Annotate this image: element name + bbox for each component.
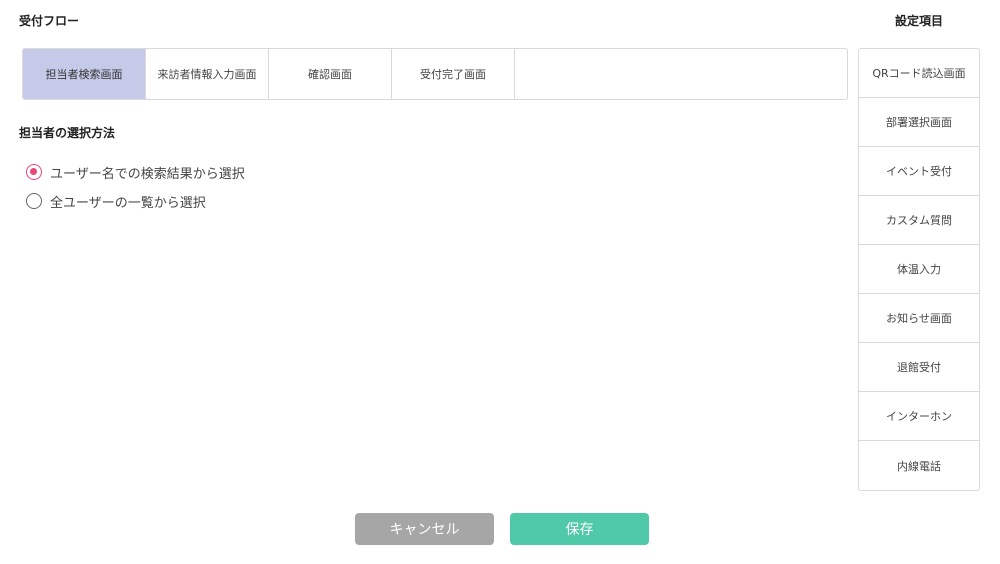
flow-tabs: 担当者検索画面 来訪者情報入力画面 確認画面 受付完了画面 (22, 48, 848, 100)
cancel-button[interactable]: キャンセル (355, 513, 494, 545)
radio-option-list[interactable]: 全ユーザーの一覧から選択 (26, 191, 245, 211)
tab-staff-search[interactable]: 担当者検索画面 (23, 49, 146, 99)
radio-option-search[interactable]: ユーザー名での検索結果から選択 (26, 162, 245, 182)
setting-item-department[interactable]: 部署選択画面 (859, 98, 979, 147)
setting-item-event[interactable]: イベント受付 (859, 147, 979, 196)
selection-method-radio-group: ユーザー名での検索結果から選択 全ユーザーの一覧から選択 (26, 162, 245, 220)
radio-option-label: 全ユーザーの一覧から選択 (50, 195, 206, 211)
setting-item-custom-question[interactable]: カスタム質問 (859, 196, 979, 245)
radio-unchecked-icon[interactable] (26, 193, 42, 209)
setting-item-checkout[interactable]: 退館受付 (859, 343, 979, 392)
tab-complete[interactable]: 受付完了画面 (392, 49, 515, 99)
setting-item-intercom[interactable]: インターホン (859, 392, 979, 441)
settings-list: QRコード読込画面 部署選択画面 イベント受付 カスタム質問 体温入力 お知らせ… (858, 48, 980, 491)
flow-title: 受付フロー (19, 14, 80, 28)
save-button[interactable]: 保存 (510, 513, 649, 545)
setting-item-qr-code[interactable]: QRコード読込画面 (859, 49, 979, 98)
tab-confirm[interactable]: 確認画面 (269, 49, 392, 99)
radio-option-label: ユーザー名での検索結果から選択 (50, 166, 245, 182)
setting-item-notice[interactable]: お知らせ画面 (859, 294, 979, 343)
radio-checked-icon[interactable] (26, 164, 42, 180)
settings-title: 設定項目 (894, 14, 943, 28)
selection-method-title: 担当者の選択方法 (19, 126, 116, 140)
tabs-empty-area (515, 49, 847, 99)
setting-item-temperature[interactable]: 体温入力 (859, 245, 979, 294)
setting-item-extension-phone[interactable]: 内線電話 (859, 441, 979, 490)
tab-visitor-info[interactable]: 来訪者情報入力画面 (146, 49, 269, 99)
